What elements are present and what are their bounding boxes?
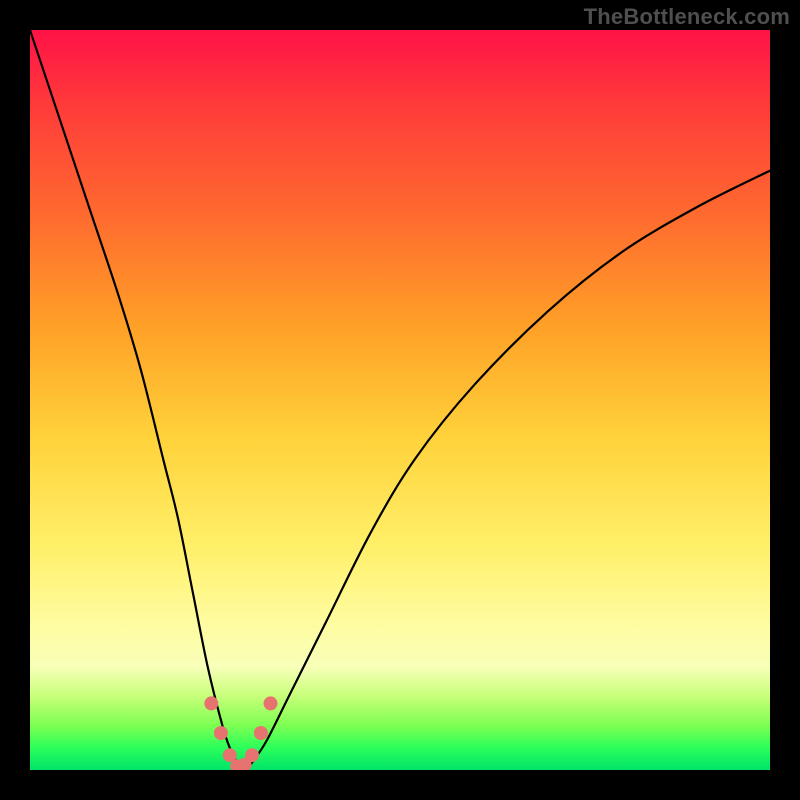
watermark-text: TheBottleneck.com xyxy=(584,4,790,30)
plot-area xyxy=(30,30,770,770)
valley-marker xyxy=(245,748,259,762)
curve-svg xyxy=(30,30,770,770)
valley-marker xyxy=(254,726,268,740)
valley-marker xyxy=(264,696,278,710)
bottleneck-curve xyxy=(30,30,770,770)
chart-frame: TheBottleneck.com xyxy=(0,0,800,800)
valley-markers xyxy=(204,696,277,770)
valley-marker xyxy=(214,726,228,740)
valley-marker xyxy=(204,696,218,710)
